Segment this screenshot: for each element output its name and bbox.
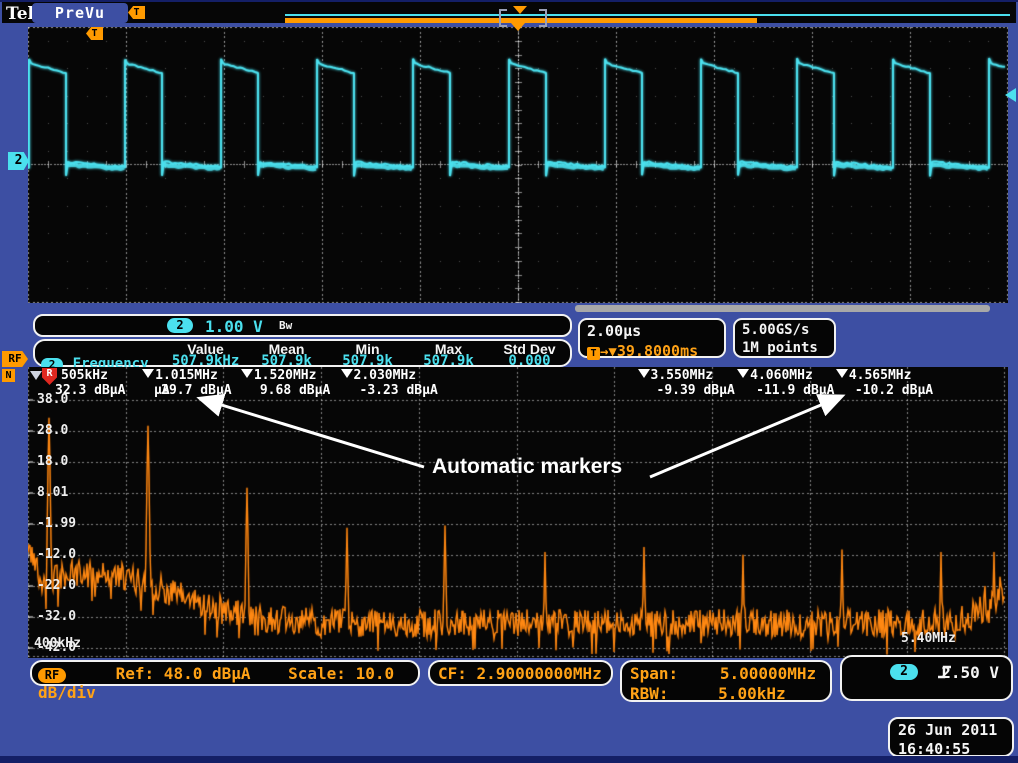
annotation-arrows: [28, 367, 1008, 658]
rf-spectrum-graticule: R 505kHz 32.3 dBµA µA 1.015MHz29.7 dBµA1…: [28, 367, 1008, 658]
cf-value: CF: 2.90000000MHz: [438, 664, 602, 683]
trigger-t-icon: T: [128, 6, 145, 19]
time-domain-plot: [28, 27, 1008, 303]
measurement-table: Value Mean Min Max Std Dev 2 Frequency 5…: [33, 339, 572, 367]
window-bracket-left-icon: [499, 9, 507, 27]
trigger-time-marker-icon: [511, 23, 525, 31]
record-length: 1M points: [742, 340, 827, 356]
waveform-preview-line: [285, 14, 1010, 16]
bandwidth-limit-indicator: Bw: [279, 319, 292, 332]
trigger-arrow-icon: →▼: [600, 344, 617, 360]
trigger-position-marker-icon: [513, 6, 527, 14]
trigger-position-value: 39.8000ms: [617, 342, 698, 360]
record-view-bar: [285, 8, 1010, 25]
trigger-channel-badge: 2: [890, 664, 918, 680]
channel2-scale-value: 1.00 V: [205, 317, 263, 336]
rf-badge: RF: [38, 668, 66, 683]
rf-ref-level: Ref: 48.0 dBµA: [116, 664, 251, 683]
datetime-readout: 26 Jun 2011 16:40:55: [888, 717, 1014, 757]
annotation-arrow-left: [202, 399, 424, 467]
rf-n-badge: N: [2, 369, 15, 382]
span-value: 5.00000MHz: [720, 664, 816, 683]
right-edge-level-arrow-icon: [1005, 88, 1016, 102]
trigger-t-badge: T: [587, 347, 600, 360]
horizontal-readout: 2.00µs T→▼39.8000ms: [578, 318, 726, 358]
trigger-readout: 2 2.50 V: [840, 655, 1013, 701]
sample-rate: 5.00GS/s: [742, 322, 827, 338]
window-bracket-right-icon: [539, 9, 547, 27]
span-label: Span:: [630, 664, 678, 683]
annotation-arrow-right: [650, 397, 840, 477]
oscilloscope-screen: Tek PreVu T T 2 2 1.00 V Bw Value Mean M…: [0, 0, 1018, 763]
rbw-value: 5.00kHz: [718, 684, 785, 703]
acquisition-readout: 5.00GS/s 1M points: [733, 318, 836, 358]
top-status-bar: Tek PreVu T: [2, 2, 1016, 23]
channel2-scale-readout: 2 1.00 V Bw: [33, 314, 572, 337]
channel2-badge: 2: [167, 318, 193, 333]
frame-edge-top: [0, 0, 1018, 2]
trigger-level-value: 2.50 V: [941, 663, 999, 682]
timebase-scale: 2.00µs: [587, 322, 717, 340]
frame-edge-bottom: [0, 756, 1018, 763]
channel2-ground-marker: 2: [8, 152, 29, 170]
rf-level-readout: RF Ref: 48.0 dBµA Scale: 10.0 dB/div: [30, 660, 420, 686]
date-value: 26 Jun 2011: [898, 721, 1004, 739]
rbw-label: RBW:: [630, 684, 669, 703]
domain-divider-bar: [575, 305, 990, 312]
rf-edge-badge: RF: [2, 351, 28, 367]
time-domain-graticule: [28, 27, 1008, 303]
span-rbw-readout: Span: 5.00000MHz RBW: 5.00kHz: [620, 660, 832, 702]
center-frequency-readout: CF: 2.90000000MHz: [428, 660, 613, 686]
acquisition-mode-badge: PreVu: [32, 3, 128, 23]
